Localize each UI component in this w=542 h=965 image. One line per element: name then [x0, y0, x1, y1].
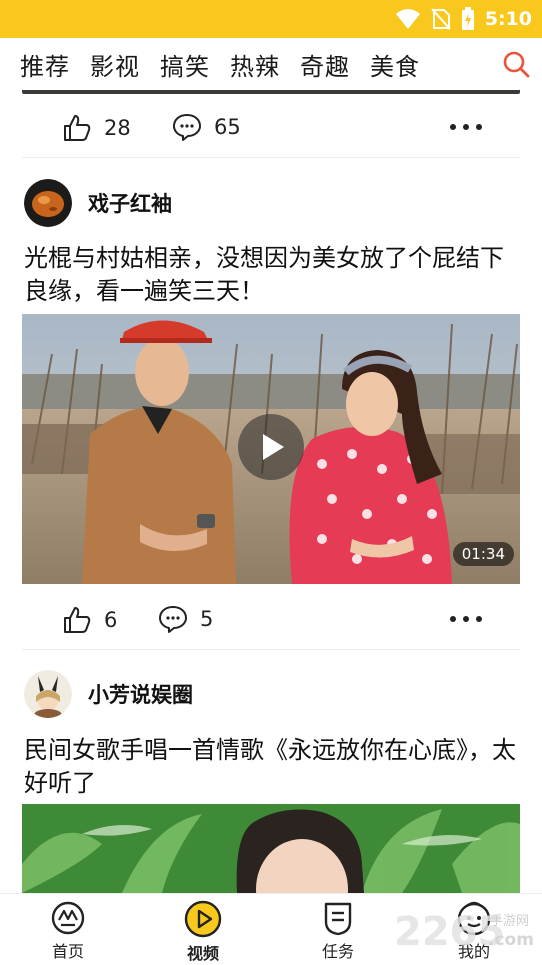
post-title[interactable]: 民间女歌手唱一首情歌《永远放你在心底》，太好听了 [24, 734, 520, 800]
nav-task-label: 任务 [321, 942, 354, 961]
play-button[interactable] [238, 414, 304, 480]
wifi-icon [395, 9, 420, 29]
divider [22, 157, 520, 158]
like-count: 6 [104, 608, 118, 632]
svg-text:手游网: 手游网 [490, 914, 529, 929]
video-frame [22, 804, 520, 893]
nav-home[interactable]: 首页 [28, 900, 108, 962]
clock: 5:10 [484, 8, 532, 30]
post-action-bar: 6 5 [0, 588, 542, 654]
tab-recommend[interactable]: 推荐 [20, 47, 70, 82]
tab-hot[interactable]: 热辣 [230, 47, 280, 82]
nav-video[interactable]: 视频 [163, 900, 243, 964]
avatar[interactable] [24, 179, 72, 227]
thumbs-up-icon [64, 115, 91, 141]
post-action-bar: 28 65 [0, 96, 542, 162]
search-icon[interactable] [502, 50, 530, 78]
more-options-icon[interactable] [450, 616, 482, 622]
comment-button[interactable]: 65 [172, 113, 241, 141]
tab-food[interactable]: 美食 [370, 47, 420, 82]
comment-button[interactable]: 5 [158, 605, 213, 633]
thumbs-up-icon [64, 607, 91, 633]
site-watermark: 2265 手游网 .com [394, 909, 534, 955]
status-bar: 5:10 [0, 0, 542, 38]
home-icon [51, 901, 85, 935]
video-thumbnail[interactable] [22, 804, 520, 893]
tab-funny[interactable]: 搞笑 [160, 47, 210, 82]
comment-count: 65 [214, 115, 241, 139]
like-button[interactable]: 6 [62, 605, 117, 635]
like-button[interactable]: 28 [62, 113, 131, 143]
tab-curious[interactable]: 奇趣 [300, 47, 350, 82]
post-author[interactable]: 戏子红袖 [24, 178, 172, 228]
more-options-icon[interactable] [450, 124, 482, 130]
author-name[interactable]: 戏子红袖 [88, 188, 172, 218]
video-duration: 01:34 [452, 542, 514, 566]
avatar[interactable] [24, 670, 72, 718]
comment-count: 5 [200, 607, 214, 631]
previous-video-bottom-edge [22, 90, 520, 94]
author-name[interactable]: 小芳说娱圈 [88, 679, 193, 709]
divider [22, 649, 520, 650]
nav-video-label: 视频 [186, 944, 219, 963]
comment-icon [173, 114, 201, 141]
tab-film[interactable]: 影视 [90, 47, 140, 82]
video-thumbnail[interactable]: 01:34 [22, 314, 520, 584]
comment-icon [159, 606, 187, 633]
task-icon [324, 902, 352, 936]
play-icon [263, 434, 284, 460]
like-count: 28 [104, 116, 131, 140]
nav-home-label: 首页 [51, 942, 84, 961]
svg-text:.com: .com [488, 930, 534, 950]
no-sim-icon [430, 8, 451, 30]
video-play-icon [184, 900, 222, 938]
category-tab-bar: 推荐 影视 搞笑 热辣 奇趣 美食 [0, 38, 542, 90]
battery-charging-icon [461, 7, 474, 30]
post-author[interactable]: 小芳说娱圈 [24, 669, 193, 719]
post-title[interactable]: 光棍与村姑相亲，没想因为美女放了个屁结下良缘，看一遍笑三天！ [24, 242, 520, 308]
nav-task[interactable]: 任务 [298, 900, 378, 962]
